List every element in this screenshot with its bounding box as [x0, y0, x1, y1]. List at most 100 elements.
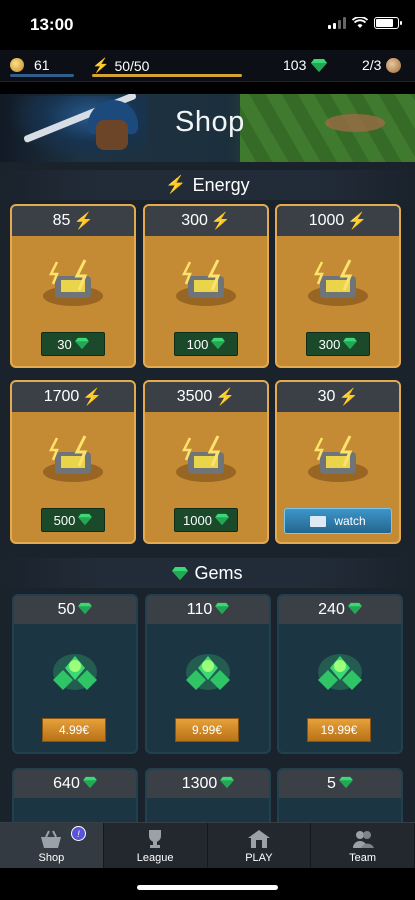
player-level[interactable]: 61: [10, 57, 50, 73]
gem-icon: [220, 775, 235, 793]
gem-icon: [82, 775, 97, 793]
gem-offer-card[interactable]: 640: [12, 768, 138, 822]
battery-icon: [374, 17, 402, 29]
amount-value: 300: [181, 212, 208, 229]
offer-amount: 640: [14, 770, 136, 798]
amount-value: 640: [53, 775, 80, 792]
watch-ad-button[interactable]: watch: [284, 508, 392, 534]
gem-icon: [74, 337, 89, 352]
home-indicator: [0, 868, 415, 900]
energy-bolt-icon: ⚡: [73, 213, 94, 230]
energy-bolt-icon: ⚡: [338, 389, 359, 406]
gems-section-title: Gems: [194, 562, 243, 583]
gems-section-header: Gems: [0, 558, 415, 588]
energy-pack-illustration: [277, 238, 399, 330]
infield-dirt-illustration: [325, 114, 385, 132]
gem-price-button[interactable]: 300: [306, 332, 370, 356]
amount-value: 30: [317, 388, 336, 405]
energy-offer-card[interactable]: 3500 ⚡ 1000: [143, 380, 269, 544]
gem-pack-illustration: [279, 626, 401, 714]
ball-value: 2/3: [362, 57, 382, 73]
tab-label: League: [136, 852, 174, 864]
amount-value: 1700: [43, 388, 80, 405]
energy-section-title: Energy: [192, 174, 250, 195]
offer-amount: 110: [147, 596, 269, 624]
offer-amount: 1700 ⚡: [12, 382, 134, 412]
tab-label: Shop: [38, 852, 65, 864]
energy-section-header: ⚡ Energy: [0, 170, 415, 200]
xp-progress-bar: [10, 74, 74, 77]
amount-value: 110: [186, 601, 213, 618]
purchase-price-button[interactable]: 19.99€: [307, 718, 371, 742]
price-value: 9.99€: [191, 723, 223, 737]
trophy-icon: [149, 830, 162, 848]
field-illustration: [240, 94, 415, 162]
shop-basket-icon: [41, 830, 62, 848]
bottom-tab-bar: ! Shop League PLAY Team: [0, 822, 415, 868]
shop-content[interactable]: ⚡ Energy 85 ⚡ 30 300 ⚡ 100 1000 ⚡ 300 17…: [0, 162, 415, 822]
status-bar: 13:00: [0, 0, 415, 50]
amount-value: 240: [318, 601, 345, 618]
amount-value: 3500: [176, 388, 213, 405]
price-value: 30: [57, 336, 72, 352]
energy-counter[interactable]: ⚡ 50/50: [92, 57, 149, 74]
offer-amount: 1000 ⚡: [277, 206, 399, 236]
signal-icon: [328, 17, 346, 29]
wifi-icon: [352, 17, 368, 28]
energy-offer-card[interactable]: 1000 ⚡ 300: [275, 204, 401, 368]
tab-team[interactable]: Team: [311, 823, 415, 868]
energy-bolt-icon: ⚡: [165, 175, 187, 194]
offer-amount: 5: [279, 770, 401, 798]
price-value: 1000: [183, 512, 212, 528]
gem-icon: [172, 567, 189, 580]
amount-value: 1300: [181, 775, 218, 792]
gem-counter[interactable]: 103: [283, 57, 328, 73]
energy-bolt-icon: ⚡: [347, 213, 368, 230]
gem-offer-card[interactable]: 50 4.99€: [12, 594, 138, 754]
gem-offer-card[interactable]: 240 19.99€: [277, 594, 403, 754]
price-value: 300: [318, 336, 341, 352]
offer-amount: 240: [279, 596, 401, 624]
tab-play[interactable]: PLAY: [208, 823, 312, 868]
watch-label: watch: [334, 514, 366, 528]
gem-icon: [339, 775, 353, 793]
purchase-price-button[interactable]: 4.99€: [42, 718, 106, 742]
gem-value: 103: [283, 57, 307, 73]
energy-progress-bar: [92, 74, 242, 77]
home-icon: [247, 830, 270, 848]
price-value: 100: [186, 336, 209, 352]
clock: 13:00: [30, 15, 74, 34]
gem-offer-card[interactable]: 5: [277, 768, 403, 822]
amount-value: 50: [57, 601, 76, 618]
offer-amount: 50: [14, 596, 136, 624]
energy-offer-card[interactable]: 300 ⚡ 100: [143, 204, 269, 368]
page-title: Shop: [175, 106, 245, 138]
shop-notification-badge: !: [71, 826, 86, 841]
resource-bar: 61 ⚡ 50/50 103 2/3: [0, 50, 415, 82]
tab-league[interactable]: League: [104, 823, 208, 868]
gem-price-button[interactable]: 100: [174, 332, 238, 356]
gem-price-button[interactable]: 30: [41, 332, 105, 356]
gem-price-button[interactable]: 1000: [174, 508, 238, 532]
price-value: 19.99€: [320, 723, 358, 737]
gem-price-button[interactable]: 500: [41, 508, 105, 532]
shop-banner: Shop: [0, 94, 415, 162]
gem-offer-card[interactable]: 110 9.99€: [145, 594, 271, 754]
energy-pack-illustration: [145, 414, 267, 506]
gem-offer-card[interactable]: 1300: [145, 768, 271, 822]
offer-amount: 1300: [147, 770, 269, 798]
gem-icon: [215, 513, 229, 528]
gem-icon: [78, 513, 93, 528]
tab-shop[interactable]: ! Shop: [0, 823, 104, 868]
video-icon: [310, 515, 327, 527]
ball-counter[interactable]: 2/3: [362, 57, 402, 73]
energy-offer-card[interactable]: 1700 ⚡ 500: [10, 380, 136, 544]
energy-offer-card[interactable]: 85 ⚡ 30: [10, 204, 136, 368]
gem-pack-illustration: [14, 626, 136, 714]
energy-value: 50/50: [114, 57, 150, 74]
purchase-price-button[interactable]: 9.99€: [175, 718, 239, 742]
energy-pack-illustration: [12, 414, 134, 506]
energy-offer-card[interactable]: 30 ⚡ watch: [275, 380, 401, 544]
gem-icon: [211, 337, 226, 352]
energy-pack-illustration: [145, 238, 267, 330]
